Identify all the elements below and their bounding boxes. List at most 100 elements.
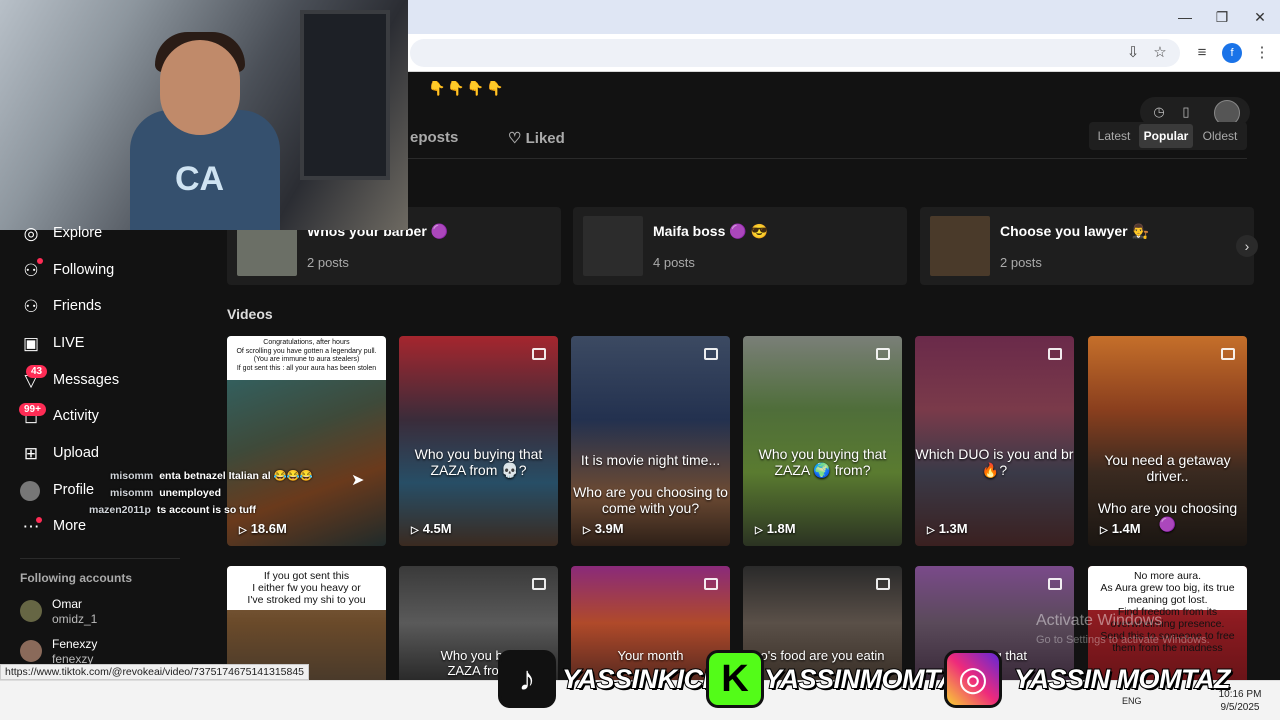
sidebar-item-label: Upload bbox=[53, 445, 99, 461]
status-bar-url: https://www.tiktok.com/@revokeai/video/7… bbox=[0, 664, 310, 680]
tab-reposts[interactable]: eposts bbox=[410, 129, 458, 146]
account-avatar[interactable] bbox=[20, 600, 42, 622]
heart-icon: ♡ bbox=[508, 130, 522, 147]
sort-latest-button[interactable]: Latest bbox=[1091, 124, 1137, 148]
live-icon: ▣ bbox=[22, 334, 40, 353]
video-view-count: ▷ 18.6M bbox=[239, 521, 287, 536]
sidebar-item-activity[interactable]: ◻ 99+ Activity bbox=[19, 403, 210, 431]
collection-thumbnail bbox=[583, 216, 643, 276]
video-caption: Who you buying that ZAZA from 💀? bbox=[414, 446, 543, 478]
explore-icon: ◎ bbox=[23, 224, 39, 243]
photo-carousel-icon bbox=[704, 578, 718, 590]
sidebar-item-more[interactable]: ⋯ More bbox=[20, 513, 210, 541]
kick-icon: K bbox=[706, 650, 764, 708]
photo-carousel-icon bbox=[532, 348, 546, 360]
video-caption-box: If you got sent this I either fw you hea… bbox=[227, 566, 386, 610]
chat-text: unemployed bbox=[159, 487, 222, 499]
play-icon: ▷ bbox=[927, 525, 935, 536]
device-icon[interactable]: ▯ bbox=[1177, 103, 1195, 121]
video-view-count: ▷ 1.4M bbox=[1100, 521, 1141, 536]
photo-carousel-icon bbox=[532, 578, 546, 590]
sidebar-divider bbox=[20, 558, 180, 559]
minimize-button[interactable]: — bbox=[1171, 6, 1199, 28]
restore-button[interactable]: ❐ bbox=[1208, 6, 1236, 28]
sidebar-item-label: Activity bbox=[53, 408, 99, 424]
messages-badge: 43 bbox=[26, 365, 48, 378]
sidebar-item-label: Following bbox=[53, 262, 115, 278]
play-icon: ▷ bbox=[583, 525, 591, 536]
social-handle-tiktok: YASSINKICK bbox=[561, 663, 723, 695]
account-handle: omidz_1 bbox=[52, 612, 98, 626]
bookmark-star-icon[interactable]: ☆ bbox=[1149, 42, 1171, 64]
sort-oldest-button[interactable]: Oldest bbox=[1195, 124, 1245, 148]
chat-username: misomm bbox=[110, 470, 154, 482]
sidebar-item-label: More bbox=[53, 518, 87, 534]
social-handle-instagram: YASSIN MOMTAZ bbox=[1013, 663, 1232, 695]
video-card[interactable]: You need a getaway driver.. Who are you … bbox=[1088, 336, 1247, 546]
collection-card[interactable]: Maifa boss 🟣 😎 4 posts bbox=[573, 207, 907, 285]
play-icon: ▷ bbox=[1100, 525, 1108, 536]
sidebar-item-live[interactable]: ▣ LIVE bbox=[20, 330, 210, 358]
account-name[interactable]: Fenexzy bbox=[52, 637, 97, 651]
video-card[interactable]: Who you buying that ZAZA 🌍 from? ▷ 1.8M bbox=[743, 336, 902, 546]
language-indicator[interactable]: ENG bbox=[1122, 696, 1142, 706]
video-caption: o's food are you eatin bbox=[760, 648, 885, 663]
tiktok-icon: ♪ bbox=[498, 650, 556, 708]
video-caption: You need a getaway driver.. Who are you … bbox=[1097, 452, 1238, 532]
account-name[interactable]: Omar bbox=[52, 597, 82, 611]
sidebar-item-friends[interactable]: ⚇ Friends bbox=[20, 293, 210, 321]
browser-menu-icon[interactable]: ⋮ bbox=[1251, 42, 1273, 64]
sidebar-item-label: LIVE bbox=[53, 335, 85, 351]
video-caption-box: Congratulations, after hours Of scrollin… bbox=[227, 336, 386, 380]
collection-count: 4 posts bbox=[653, 255, 695, 270]
video-card[interactable]: Who you buying that ZAZA from 💀? ▷ 4.5M bbox=[399, 336, 558, 546]
chat-text: enta betnazel Italian al 😂😂😂 bbox=[159, 470, 313, 482]
photo-carousel-icon bbox=[1221, 348, 1235, 360]
chat-text: ts account is so tuff bbox=[156, 504, 257, 516]
sidebar-item-messages[interactable]: ▽ 43 Messages bbox=[20, 365, 210, 395]
sidebar-item-explore[interactable]: ◎ Explore bbox=[20, 220, 210, 248]
photo-carousel-icon bbox=[1048, 578, 1062, 590]
collection-card[interactable]: Choose you lawyer 👨‍⚖️ 2 posts bbox=[920, 207, 1254, 285]
friends-icon: ⚇ bbox=[23, 297, 39, 316]
address-bar[interactable] bbox=[410, 39, 1180, 67]
clock-date: 9/5/2025 bbox=[1220, 702, 1260, 713]
collection-thumbnail bbox=[930, 216, 990, 276]
webcam-overlay: CA bbox=[0, 0, 408, 230]
photo-carousel-icon bbox=[876, 348, 890, 360]
photo-carousel-icon bbox=[876, 578, 890, 590]
video-card[interactable]: It is movie night time... Who are you ch… bbox=[571, 336, 730, 546]
video-caption: Who you buying that ZAZA 🌍 from? bbox=[758, 446, 887, 478]
videos-section-title: Videos bbox=[227, 306, 273, 322]
sidebar-item-following[interactable]: ⚇ Following bbox=[20, 257, 210, 285]
install-app-icon[interactable]: ⇩ bbox=[1122, 42, 1144, 64]
video-card[interactable]: o's food are you eatin bbox=[743, 566, 902, 680]
tab-liked-label: Liked bbox=[525, 130, 565, 147]
video-caption-box: No more aura. As Aura grew too big, its … bbox=[1088, 566, 1247, 654]
sidebar-item-label: Explore bbox=[53, 225, 103, 241]
activate-windows-subtitle: Go to Settings to activate Windows. bbox=[1036, 634, 1210, 646]
activate-windows-title: Activate Windows bbox=[1036, 612, 1163, 629]
video-card[interactable]: Which DUO is you and br 🔥? ▷ 1.3M bbox=[915, 336, 1074, 546]
chat-message: misomm unemployed bbox=[110, 487, 221, 499]
collection-title: Maifa boss 🟣 😎 bbox=[653, 223, 768, 239]
browser-profile-avatar[interactable]: f bbox=[1222, 43, 1242, 63]
video-card[interactable]: If you got sent this I either fw you hea… bbox=[227, 566, 386, 680]
social-handle-kick: YASSINMOMTAZ bbox=[763, 663, 975, 695]
media-controls-icon[interactable]: ≡ bbox=[1191, 42, 1213, 64]
collection-count: 2 posts bbox=[307, 255, 349, 270]
video-caption: Which DUO is you and br 🔥? bbox=[915, 446, 1074, 478]
collections-next-button[interactable]: › bbox=[1236, 235, 1258, 257]
notification-dot bbox=[36, 517, 42, 523]
sort-popular-button[interactable]: Popular bbox=[1139, 124, 1193, 148]
video-view-count: ▷ 1.3M bbox=[927, 521, 968, 536]
account-avatar[interactable] bbox=[20, 640, 42, 662]
photo-carousel-icon bbox=[1048, 348, 1062, 360]
history-icon[interactable]: ◷ bbox=[1150, 103, 1168, 121]
sidebar-item-upload[interactable]: ⊞ Upload bbox=[20, 440, 210, 468]
video-view-count: ▷ 3.9M bbox=[583, 521, 624, 536]
play-icon: ▷ bbox=[411, 525, 419, 536]
close-window-button[interactable]: ✕ bbox=[1246, 6, 1274, 28]
tab-liked[interactable]: ♡ Liked bbox=[508, 129, 565, 147]
notification-dot bbox=[37, 258, 43, 264]
